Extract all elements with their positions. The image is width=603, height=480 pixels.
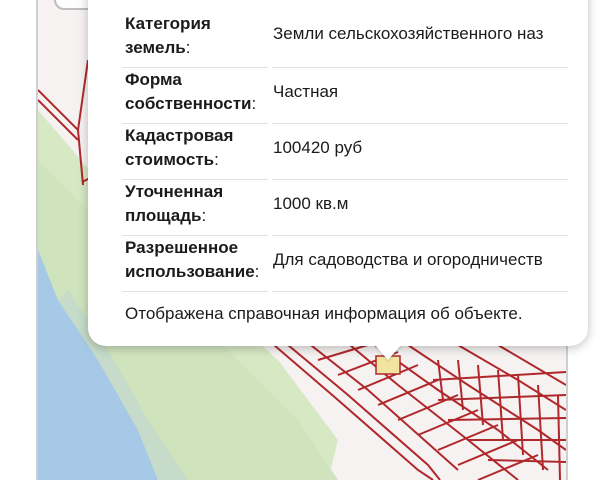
- label-colon: :: [201, 206, 207, 225]
- app-frame: Категория земель: Земли сельскохозяйстве…: [0, 0, 603, 480]
- info-row-value: Земли сельскохозяйственного наз: [273, 24, 544, 43]
- info-row-label: Уточненная площадь:: [125, 180, 267, 228]
- label-colon: :: [254, 262, 260, 281]
- info-row-area: Уточненная площадь: 1000 кв.м: [122, 180, 568, 236]
- info-row-cadastral-value: Кадастровая стоимость: 100420 руб: [122, 124, 568, 180]
- label-line-2: земель: [125, 38, 186, 57]
- info-row-value: Частная: [273, 82, 339, 101]
- info-row-label: Кадастровая стоимость:: [125, 124, 267, 172]
- label-line-2: собственности: [125, 94, 252, 113]
- info-row-label: Разрешенное использование:: [125, 236, 267, 284]
- info-row-ownership-form: Форма собственности: Частная: [122, 68, 568, 124]
- label-line-1: Форма: [125, 70, 182, 89]
- info-row-value: Для садоводства и огородничеств: [273, 250, 543, 269]
- row-divider: [122, 291, 268, 292]
- label-colon: :: [251, 94, 257, 113]
- info-row-label: Форма собственности:: [125, 68, 267, 116]
- info-row-value: 100420 руб: [273, 138, 363, 157]
- reference-info-note: Отображена справочная информация об объе…: [125, 304, 523, 323]
- popup-pointer: [374, 344, 402, 360]
- label-line-2: стоимость: [125, 150, 215, 169]
- label-line-1: Разрешенное: [125, 238, 239, 257]
- info-row-land-category: Категория земель: Земли сельскохозяйстве…: [122, 12, 568, 68]
- label-colon: :: [185, 38, 191, 57]
- row-divider: [272, 291, 568, 292]
- info-row-label: Категория земель:: [125, 12, 267, 60]
- label-line-1: Уточненная: [125, 182, 224, 201]
- label-colon: :: [214, 150, 219, 169]
- label-line-1: Категория: [125, 14, 211, 33]
- info-row-value: 1000 кв.м: [273, 194, 349, 213]
- label-line-2: площадь: [125, 206, 202, 225]
- label-line-2: использование: [125, 262, 255, 281]
- info-row-permitted-use: Разрешенное использование: Для садоводст…: [122, 236, 568, 292]
- label-line-1: Кадастровая: [125, 126, 234, 145]
- parcel-info-popup: Категория земель: Земли сельскохозяйстве…: [88, 0, 588, 346]
